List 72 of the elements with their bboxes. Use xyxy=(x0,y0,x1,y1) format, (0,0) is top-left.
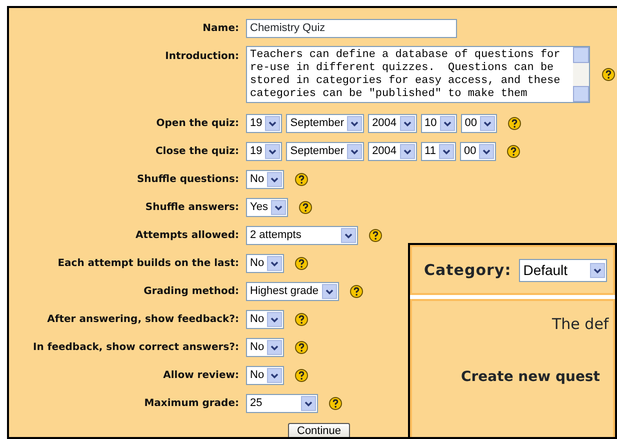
chevron-down-icon xyxy=(440,116,455,130)
chevron-down-icon xyxy=(322,284,336,298)
chevron-down-icon xyxy=(347,116,362,130)
help-icon[interactable] xyxy=(329,396,342,410)
chevron-down-icon xyxy=(267,172,282,186)
dropdown[interactable]: 2 attempts xyxy=(246,226,358,244)
chevron-down-icon xyxy=(267,256,282,270)
dropdown[interactable]: 10 xyxy=(420,114,457,132)
dropdown[interactable]: No xyxy=(246,338,284,356)
chevron-down-icon xyxy=(400,116,415,130)
dropdown[interactable]: 00 xyxy=(460,142,496,160)
dropdown[interactable]: September xyxy=(286,114,364,132)
chevron-down-icon xyxy=(480,116,496,130)
chevron-down-icon xyxy=(267,312,282,326)
category-label: Category: xyxy=(424,260,512,281)
dropdown[interactable]: 2004 xyxy=(368,114,417,132)
help-icon[interactable] xyxy=(507,144,520,158)
field-label: Grading method: xyxy=(142,284,240,298)
dropdown[interactable]: 19 xyxy=(246,142,282,160)
field-label: Open the quiz: xyxy=(155,116,240,130)
dropdown[interactable]: No xyxy=(246,310,284,328)
field-label: Introduction: xyxy=(164,50,240,64)
field-label: Name: xyxy=(202,22,240,36)
dropdown[interactable]: No xyxy=(246,254,284,272)
help-icon[interactable] xyxy=(298,200,312,214)
field-label: In feedback, show correct answers?: xyxy=(32,340,240,354)
dropdown[interactable]: September xyxy=(286,142,364,160)
help-icon[interactable] xyxy=(295,312,308,326)
notice-text: The def xyxy=(551,314,610,335)
help-icon[interactable] xyxy=(295,340,308,354)
chevron-down-icon xyxy=(347,144,362,158)
field-label: Allow review: xyxy=(162,368,240,382)
dropdown[interactable]: No xyxy=(246,170,284,188)
help-icon[interactable] xyxy=(350,284,362,298)
help-icon[interactable] xyxy=(508,116,522,130)
dropdown[interactable]: 11 xyxy=(420,142,456,160)
chevron-down-icon xyxy=(301,396,316,410)
dropdown[interactable]: Highest grade xyxy=(246,282,338,300)
chevron-down-icon xyxy=(267,368,282,382)
text-area[interactable]: Teachers can define a database of questions for re-use in different quizzes. Questions can be stored in categories for easy access, and these categories can be "published" to make them xyxy=(246,46,590,103)
field-label: Maximum grade: xyxy=(143,396,240,410)
help-icon[interactable] xyxy=(295,172,308,186)
scrollbar[interactable] xyxy=(573,47,589,102)
field-label: After answering, show feedback?: xyxy=(46,312,240,326)
create-question-heading: Create new quest xyxy=(460,368,601,386)
chevron-down-icon xyxy=(341,228,356,242)
help-icon[interactable] xyxy=(602,68,615,81)
field-label: Close the quiz: xyxy=(154,144,240,158)
dropdown[interactable]: 00 xyxy=(460,114,498,132)
chevron-down-icon xyxy=(479,144,494,158)
dropdown[interactable]: Yes xyxy=(246,198,288,216)
chevron-down-icon xyxy=(590,262,606,278)
text-field[interactable]: Chemistry Quiz xyxy=(246,18,457,38)
dropdown[interactable]: No xyxy=(246,366,284,384)
field-label: Each attempt builds on the last: xyxy=(56,256,240,270)
field-label: Shuffle answers: xyxy=(144,200,240,214)
chevron-down-icon xyxy=(270,200,286,214)
chevron-down-icon xyxy=(265,144,280,158)
help-icon[interactable] xyxy=(369,228,382,242)
dropdown[interactable]: 25 xyxy=(246,394,318,412)
chevron-down-icon xyxy=(267,340,282,354)
dropdown[interactable]: Default xyxy=(519,258,608,282)
field-label: Shuffle questions: xyxy=(136,172,240,186)
chevron-down-icon xyxy=(265,116,280,130)
dropdown[interactable]: 2004 xyxy=(368,142,417,160)
help-icon[interactable] xyxy=(295,368,308,382)
help-icon[interactable] xyxy=(295,256,308,270)
continue-button[interactable]: Continue xyxy=(288,423,350,437)
chevron-down-icon xyxy=(400,144,415,158)
dropdown[interactable]: 19 xyxy=(246,114,282,132)
chevron-down-icon xyxy=(438,144,454,158)
field-label: Attempts allowed: xyxy=(134,228,240,242)
